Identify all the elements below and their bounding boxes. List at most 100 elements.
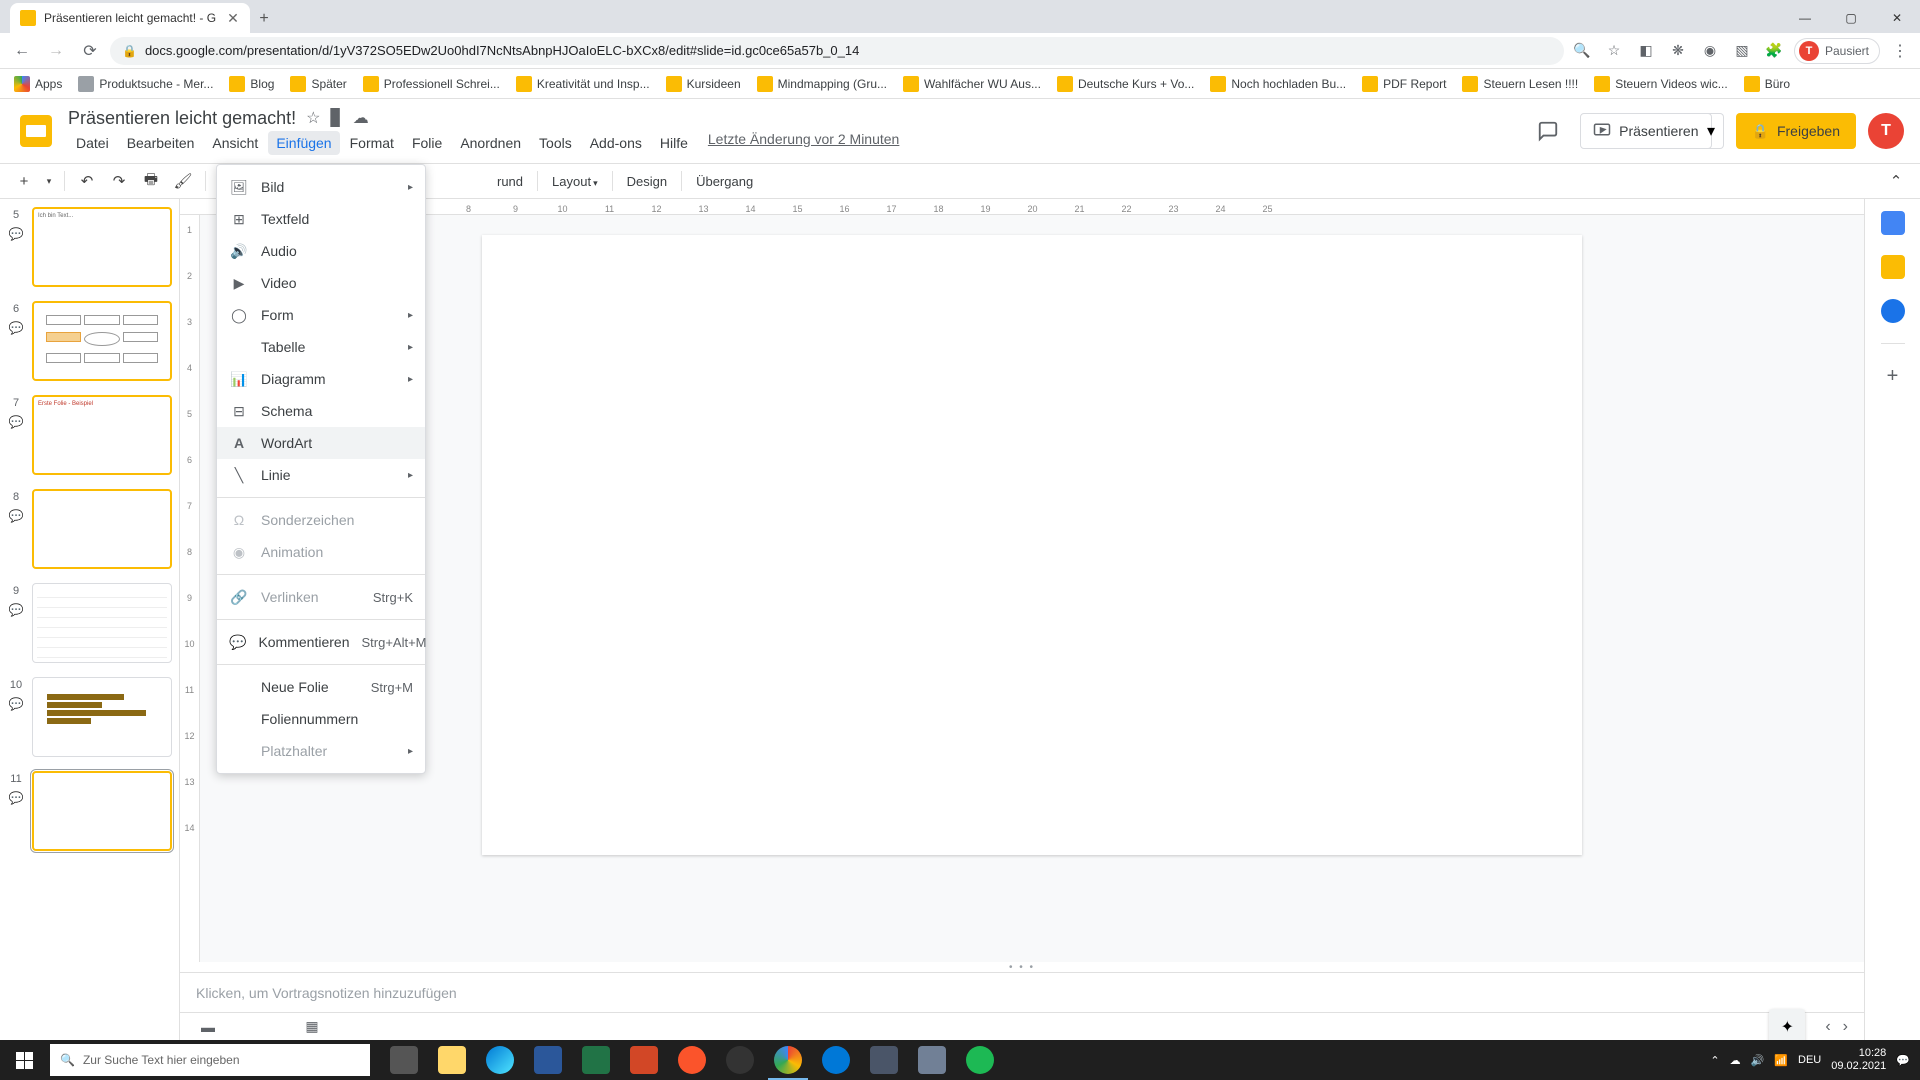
volume-icon[interactable]: 🔊 — [1751, 1054, 1765, 1067]
bookmark-item[interactable]: Kreativität und Insp... — [510, 72, 656, 96]
chrome-icon[interactable] — [764, 1040, 812, 1080]
file-explorer-icon[interactable] — [428, 1040, 476, 1080]
edge-legacy-icon[interactable] — [812, 1040, 860, 1080]
app-icon[interactable] — [908, 1040, 956, 1080]
slide-thumbnail-10[interactable] — [32, 677, 172, 757]
menu-item-tabelle[interactable]: Tabelle ▸ — [217, 331, 425, 363]
extension-icon-1[interactable]: ❋ — [1666, 39, 1690, 63]
comments-button[interactable] — [1528, 111, 1568, 151]
present-dropdown[interactable]: ▾ — [1700, 113, 1724, 149]
slide-thumbnail-11[interactable] — [32, 771, 172, 851]
bookmark-item[interactable]: Produktsuche - Mer... — [72, 72, 219, 96]
hintergrund-button[interactable]: rund — [491, 170, 529, 193]
calendar-icon[interactable] — [1881, 211, 1905, 235]
bookmark-item[interactable]: Steuern Lesen !!!! — [1456, 72, 1584, 96]
bookmark-item[interactable]: Später — [284, 72, 352, 96]
move-icon[interactable]: ▊ — [330, 108, 342, 128]
star-icon[interactable]: ☆ — [306, 108, 320, 128]
tray-chevron-icon[interactable]: ⌃ — [1710, 1054, 1719, 1067]
slide-thumbnail-6[interactable] — [32, 301, 172, 381]
menu-folie[interactable]: Folie — [404, 131, 450, 155]
prev-slide-button[interactable]: ‹ — [1825, 1018, 1830, 1036]
menu-anordnen[interactable]: Anordnen — [452, 131, 529, 155]
current-slide[interactable] — [482, 235, 1582, 855]
reload-button[interactable]: ⟳ — [76, 37, 104, 65]
windows-search-input[interactable]: 🔍 Zur Suche Text hier eingeben — [50, 1044, 370, 1076]
brave-icon[interactable] — [668, 1040, 716, 1080]
collapse-toolbar-button[interactable]: ⌃ — [1882, 167, 1910, 195]
slide-thumbnail-9[interactable] — [32, 583, 172, 663]
browser-tab[interactable]: Präsentieren leicht gemacht! - G ✕ — [10, 3, 250, 33]
redo-button[interactable]: ↷ — [105, 167, 133, 195]
last-change-link[interactable]: Letzte Änderung vor 2 Minuten — [708, 131, 899, 155]
menu-item-neue-folie[interactable]: Neue Folie Strg+M — [217, 671, 425, 703]
forward-button[interactable]: → — [42, 37, 70, 65]
bookmark-item[interactable]: Noch hochladen Bu... — [1204, 72, 1352, 96]
wifi-icon[interactable]: 📶 — [1774, 1054, 1788, 1067]
menu-item-diagramm[interactable]: 📊 Diagramm ▸ — [217, 363, 425, 395]
excel-icon[interactable] — [572, 1040, 620, 1080]
design-button[interactable]: Design — [621, 170, 673, 193]
bookmark-item[interactable]: Büro — [1738, 72, 1796, 96]
bookmark-item[interactable]: Mindmapping (Gru... — [751, 72, 893, 96]
notifications-icon[interactable]: 💬 — [1896, 1054, 1910, 1067]
reader-icon[interactable]: ◧ — [1634, 39, 1658, 63]
menu-item-kommentieren[interactable]: 💬 Kommentieren Strg+Alt+M — [217, 626, 425, 658]
bookmark-item[interactable]: PDF Report — [1356, 72, 1452, 96]
document-title[interactable]: Präsentieren leicht gemacht! — [68, 108, 296, 129]
clock[interactable]: 10:28 09.02.2021 — [1831, 1047, 1886, 1073]
bookmark-item[interactable]: Blog — [223, 72, 280, 96]
slides-logo-icon[interactable] — [16, 111, 56, 151]
slide-thumbnail-7[interactable]: Erste Folie - Beispiel — [32, 395, 172, 475]
back-button[interactable]: ← — [8, 37, 36, 65]
start-button[interactable] — [0, 1040, 48, 1080]
paint-format-button[interactable]: 🖌 — [169, 167, 197, 195]
spotify-icon[interactable] — [956, 1040, 1004, 1080]
task-view-button[interactable] — [380, 1040, 428, 1080]
user-avatar[interactable]: T — [1868, 113, 1904, 149]
word-icon[interactable] — [524, 1040, 572, 1080]
bookmark-item[interactable]: Kursideen — [660, 72, 747, 96]
minimize-button[interactable]: — — [1782, 3, 1828, 33]
onedrive-icon[interactable]: ☁ — [1730, 1054, 1741, 1067]
star-icon[interactable]: ☆ — [1602, 39, 1626, 63]
menu-item-linie[interactable]: ╲ Linie ▸ — [217, 459, 425, 491]
menu-hilfe[interactable]: Hilfe — [652, 131, 696, 155]
new-slide-button[interactable]: + — [10, 167, 38, 195]
slide-thumbnail-5[interactable]: Ich bin Text... — [32, 207, 172, 287]
grid-view-button[interactable]: ▦ — [300, 1015, 324, 1039]
keep-icon[interactable] — [1881, 255, 1905, 279]
undo-button[interactable]: ↶ — [73, 167, 101, 195]
menu-item-textfeld[interactable]: ⊞ Textfeld — [217, 203, 425, 235]
menu-einfuegen[interactable]: Einfügen — [268, 131, 339, 155]
menu-bearbeiten[interactable]: Bearbeiten — [119, 131, 203, 155]
new-slide-dropdown[interactable]: ▾ — [42, 167, 56, 195]
url-input[interactable]: 🔒 docs.google.com/presentation/d/1yV372S… — [110, 37, 1564, 65]
edge-icon[interactable] — [476, 1040, 524, 1080]
menu-ansicht[interactable]: Ansicht — [204, 131, 266, 155]
new-tab-button[interactable]: + — [250, 5, 278, 33]
menu-item-form[interactable]: ◯ Form ▸ — [217, 299, 425, 331]
language-indicator[interactable]: DEU — [1798, 1054, 1821, 1066]
extension-icon-3[interactable]: ▧ — [1730, 39, 1754, 63]
cloud-status-icon[interactable]: ☁ — [353, 108, 369, 128]
slide-thumbnail-8[interactable] — [32, 489, 172, 569]
profile-chip[interactable]: T Pausiert — [1794, 38, 1880, 64]
close-tab-icon[interactable]: ✕ — [226, 11, 240, 25]
next-slide-button[interactable]: › — [1843, 1018, 1848, 1036]
powerpoint-icon[interactable] — [620, 1040, 668, 1080]
menu-item-audio[interactable]: 🔊 Audio — [217, 235, 425, 267]
menu-item-foliennummern[interactable]: Foliennummern — [217, 703, 425, 735]
present-button[interactable]: Präsentieren — [1580, 113, 1711, 149]
slide-canvas[interactable] — [200, 215, 1864, 962]
menu-tools[interactable]: Tools — [531, 131, 580, 155]
menu-item-wordart[interactable]: A WordArt — [217, 427, 425, 459]
ubergang-button[interactable]: Übergang — [690, 170, 759, 193]
extension-icon-2[interactable]: ◉ — [1698, 39, 1722, 63]
menu-item-bild[interactable]: 🖼 Bild ▸ — [217, 171, 425, 203]
extensions-icon[interactable]: 🧩 — [1762, 39, 1786, 63]
zoom-icon[interactable]: 🔍 — [1570, 39, 1594, 63]
menu-item-video[interactable]: ▶ Video — [217, 267, 425, 299]
menu-item-schema[interactable]: ⊟ Schema — [217, 395, 425, 427]
tasks-icon[interactable] — [1881, 299, 1905, 323]
